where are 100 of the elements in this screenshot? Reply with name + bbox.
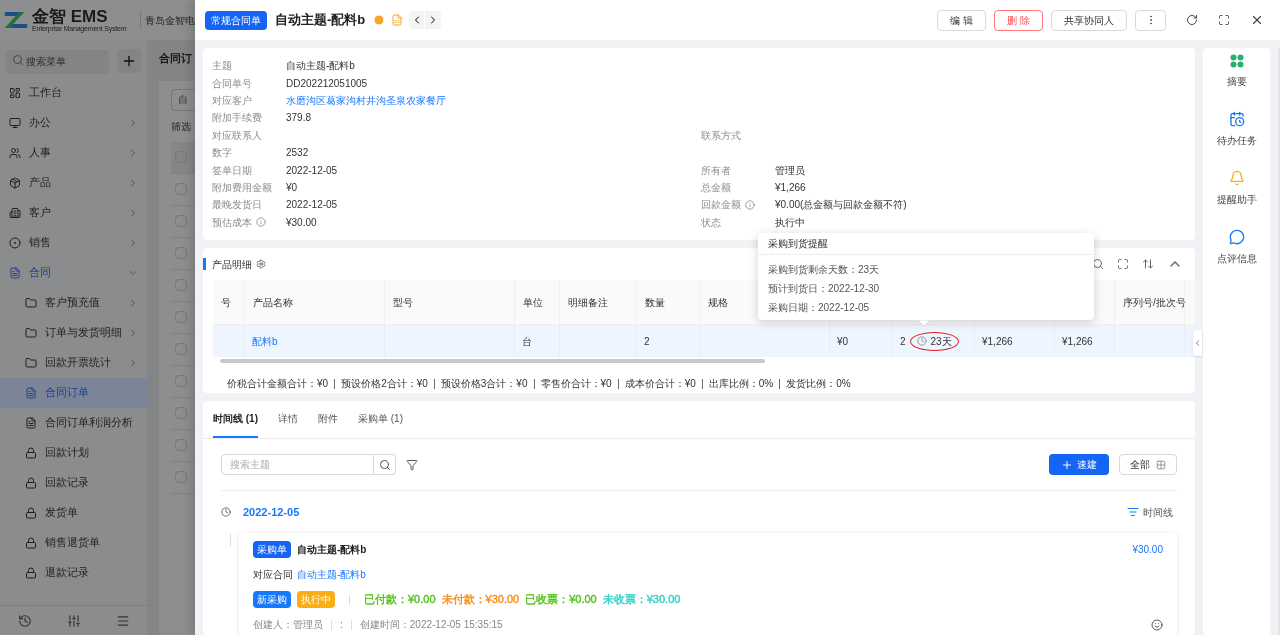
field-label: 对应客户 <box>212 93 252 108</box>
table-cell-text: 2 <box>900 334 906 349</box>
menu-item[interactable]: 销售 <box>0 227 147 258</box>
separator-text: : <box>340 618 343 632</box>
menu-search-field[interactable]: 搜索菜单 <box>6 49 109 74</box>
summary-text: 预设价格3合计：¥0 <box>440 377 528 391</box>
contract-link[interactable]: 自动主题-配料b <box>297 567 366 582</box>
summary-text: 成本价合计：¥0 <box>624 377 696 391</box>
action-button[interactable]: 编 辑 <box>937 9 987 31</box>
tab[interactable]: 采购单 (1) <box>358 401 403 438</box>
field-label: 合同单号 <box>212 76 252 91</box>
field-label: 签单日期 <box>212 163 252 178</box>
payment-stat: 未收票：¥30.00 <box>602 592 681 608</box>
payment-stat: 未付款：¥30.00 <box>441 592 520 608</box>
menu-item[interactable]: 客户 <box>0 197 147 228</box>
drawer-title: 自动主题-配料b <box>275 11 366 30</box>
field-label: 联系方式 <box>701 128 741 143</box>
column-header: 号 <box>221 295 231 310</box>
table-cell-text: 台 <box>522 334 532 349</box>
column-header: 明细备注 <box>568 295 608 310</box>
status-tag: 执行中 <box>297 591 335 608</box>
summary-text: 发货比例：0% <box>786 377 851 391</box>
payment-stat: 已付款：¥0.00 <box>364 592 436 608</box>
product-link[interactable]: 配料b <box>252 333 278 349</box>
section-title: 产品明细 <box>212 257 252 272</box>
field-value: 自动主题-配料b <box>286 59 355 74</box>
menu-item[interactable]: 销售退货单 <box>0 527 147 558</box>
field-label: 所有者 <box>701 163 731 178</box>
entry-amount: ¥30.00 <box>1132 543 1163 557</box>
column-header: 型号 <box>393 295 413 310</box>
menu-item[interactable]: 合同订单利润分析 <box>0 407 147 438</box>
tab[interactable]: 附件 <box>318 401 338 438</box>
column-header: 产品名称 <box>253 295 293 310</box>
menu-item[interactable]: 客户预充值 <box>0 287 147 318</box>
field-value: ¥0 <box>286 180 298 195</box>
summary-text: 预设价格2合计：¥0 <box>341 377 428 391</box>
menu-item[interactable]: 工作台 <box>0 77 147 108</box>
customer-link[interactable]: 水磨沟区葛家沟村井沟圣泉农家餐厅 <box>286 92 446 108</box>
field-label: 数字 <box>212 146 232 161</box>
quick-create-button[interactable]: 速建 <box>1049 454 1109 475</box>
menu-item[interactable]: 办公 <box>0 107 147 138</box>
table-cell-text: ¥0 <box>837 334 849 349</box>
menu-item[interactable]: 退款记录 <box>0 557 147 588</box>
tab[interactable]: 时间线 (1) <box>213 401 258 438</box>
column-header: 数量 <box>645 295 665 310</box>
field-label: 主题 <box>212 59 232 74</box>
field-value: DD202212051005 <box>286 76 368 91</box>
type-tag: 常规合同单 <box>205 10 267 30</box>
tab[interactable]: 详情 <box>278 401 298 438</box>
side-panel-tab[interactable]: 待办任务 <box>1216 111 1257 148</box>
entry-title: 自动主题-配料b <box>297 543 367 557</box>
menu-item[interactable]: 订单与发货明细 <box>0 317 147 348</box>
timeline-view-toggle[interactable]: 时间线 <box>1127 504 1177 520</box>
field-value: 2022-12-05 <box>286 198 338 213</box>
tooltip-line: 采购日期：2022-12-05 <box>768 301 871 315</box>
field-label: 附加费用金额 <box>212 180 272 195</box>
field-value: 管理员 <box>775 163 805 178</box>
action-button[interactable]: 共享协同人 <box>1051 9 1127 31</box>
field-label: 总金额 <box>701 180 731 195</box>
tooltip-line: 预计到货日：2022-12-30 <box>768 282 881 296</box>
table-cell-text: ¥1,266 <box>982 334 1013 349</box>
type-tag: 采购单 <box>253 541 291 558</box>
payment-stat: 已收票：¥0.00 <box>525 592 597 608</box>
summary-text: 出库比例：0% <box>708 377 774 391</box>
summary-text: 价税合计金额合计：¥0 <box>227 377 329 391</box>
field-label: 预估成本 <box>212 215 252 230</box>
status-tag: 新采购 <box>253 591 291 608</box>
side-panel-tab[interactable]: 点评信息 <box>1216 229 1257 266</box>
field-value: 2022-12-05 <box>286 163 338 178</box>
menu-item[interactable]: 发货单 <box>0 497 147 528</box>
menu-item[interactable]: 产品 <box>0 167 147 198</box>
field-label: 对应联系人 <box>212 128 262 143</box>
menu-item[interactable]: 回款开票统计 <box>0 347 147 378</box>
field-value: ¥30.00 <box>286 215 317 230</box>
delete-button[interactable]: 删 除 <box>994 9 1043 31</box>
summary-text: 零售价合计：¥0 <box>540 377 612 391</box>
search-field[interactable]: 搜索主题 <box>221 454 374 475</box>
column-header: 规格 <box>708 295 728 310</box>
menu-item[interactable]: 合同 <box>0 257 147 288</box>
creator-text: 创建人：管理员 <box>253 618 323 632</box>
created-time: 创建时间：2022-12-05 15:35:15 <box>359 618 503 632</box>
menu-item[interactable]: 合同订单 <box>0 377 147 408</box>
side-panel-tab[interactable]: 提醒助手 <box>1216 170 1257 207</box>
page-title: 合同订 <box>159 51 193 66</box>
field-label: 回款金额 <box>701 198 741 213</box>
table-cell-text: ¥1,266 <box>1062 334 1093 349</box>
field-label: 附加手续费 <box>212 111 262 126</box>
menu-item[interactable]: 回款计划 <box>0 437 147 468</box>
field-value: ¥1,266 <box>775 180 806 195</box>
field-label: 最晚发货日 <box>212 198 262 213</box>
column-header: 序列号/批次号 <box>1123 295 1186 310</box>
contract-label: 对应合同 <box>253 568 293 582</box>
menu-item[interactable]: 回款记录 <box>0 467 147 498</box>
field-value: ¥0.00(总金额与回款金额不符) <box>775 198 907 213</box>
side-panel-tab[interactable]: 摘要 <box>1226 54 1247 89</box>
tooltip-title: 采购到货提醒 <box>768 237 828 251</box>
table-cell-text: 2 <box>644 334 650 349</box>
all-button[interactable]: 全部 <box>1119 454 1177 475</box>
menu-item[interactable]: 人事 <box>0 137 147 168</box>
field-label: 状态 <box>701 215 721 230</box>
